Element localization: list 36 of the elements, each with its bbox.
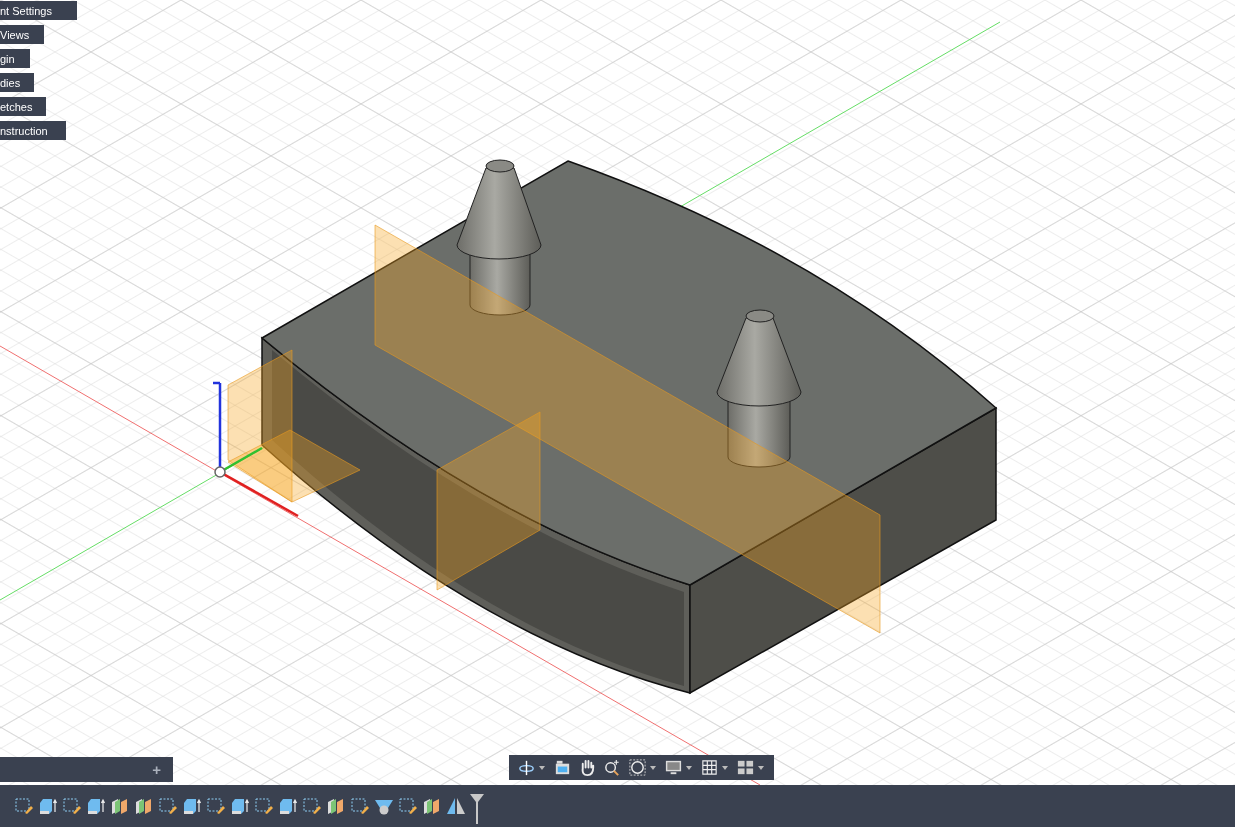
plane-icon[interactable] <box>110 796 130 816</box>
caret-icon[interactable] <box>539 765 545 770</box>
add-comment-button[interactable]: + <box>150 761 163 778</box>
browser-folder-item[interactable]: dies <box>0 73 34 92</box>
caret-icon[interactable] <box>722 765 728 770</box>
sketch-icon[interactable] <box>350 796 370 816</box>
viewports-icon[interactable] <box>736 758 755 777</box>
extrude-icon[interactable] <box>86 796 106 816</box>
grid-icon[interactable] <box>700 758 719 777</box>
caret-icon[interactable] <box>758 765 764 770</box>
browser-folder-item[interactable]: nt Settings <box>0 1 77 20</box>
browser-folder-item[interactable]: nstruction <box>0 121 66 140</box>
plane-icon[interactable] <box>326 796 346 816</box>
caret-icon[interactable] <box>650 765 656 770</box>
orbit-icon[interactable] <box>517 758 536 777</box>
browser-folder-item[interactable]: gin <box>0 49 30 68</box>
caret-icon[interactable] <box>686 765 692 770</box>
extrude-icon[interactable] <box>278 796 298 816</box>
sketch-icon[interactable] <box>254 796 274 816</box>
sketch-icon[interactable] <box>206 796 226 816</box>
extrude-icon[interactable] <box>182 796 202 816</box>
sketch-icon[interactable] <box>398 796 418 816</box>
sketch-icon[interactable] <box>62 796 82 816</box>
mirror-icon[interactable] <box>446 796 466 816</box>
sketch-icon[interactable] <box>158 796 178 816</box>
timeline-marker-icon[interactable] <box>470 794 484 824</box>
extrude-icon[interactable] <box>230 796 250 816</box>
browser-folder-item[interactable]: Views <box>0 25 44 44</box>
browser-folder-item[interactable]: etches <box>0 97 46 116</box>
plane-icon[interactable] <box>134 796 154 816</box>
sketch-icon[interactable] <box>14 796 34 816</box>
plane-icon[interactable] <box>422 796 442 816</box>
sketch-icon[interactable] <box>302 796 322 816</box>
zoom-window-icon[interactable] <box>628 758 647 777</box>
extrude-icon[interactable] <box>38 796 58 816</box>
monitor-icon[interactable] <box>664 758 683 777</box>
